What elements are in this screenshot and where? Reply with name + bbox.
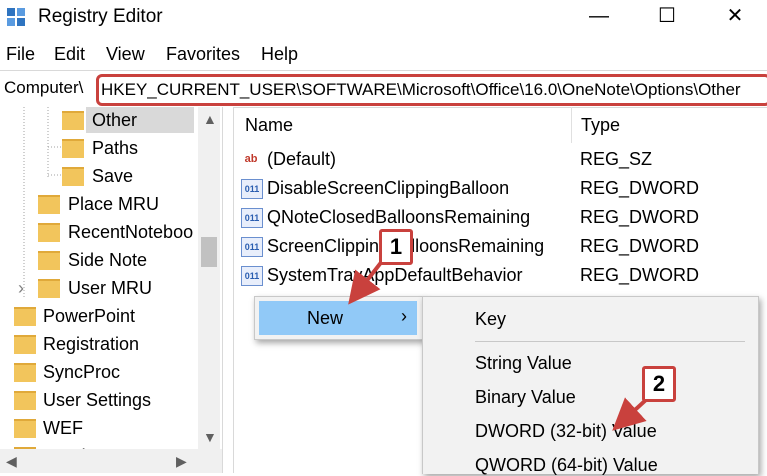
tree-item-recent-notebooks[interactable]: RecentNoteboo <box>68 219 193 245</box>
submenu-separator <box>475 341 745 342</box>
address-prefix: Computer\ <box>4 78 84 97</box>
tree-item-user-mru[interactable]: User MRU <box>68 275 152 301</box>
value-type: REG_DWORD <box>580 207 700 227</box>
folder-icon <box>62 139 84 158</box>
tree-vertical-scrollbar[interactable]: ▲ ▼ <box>198 107 220 449</box>
folder-icon <box>38 223 60 242</box>
folder-icon <box>62 111 84 130</box>
menu-edit[interactable]: Edit <box>54 44 85 65</box>
tree-item-registration[interactable]: Registration <box>43 331 139 357</box>
close-button[interactable]: ✕ <box>701 0 767 34</box>
column-header-name[interactable]: Name <box>245 115 293 136</box>
address-bar[interactable]: Computer\ HKEY_CURRENT_USER\SOFTWARE\Mic… <box>0 70 767 108</box>
value-type: REG_DWORD <box>580 178 700 198</box>
binary-value-icon: 011 <box>241 266 263 286</box>
context-menu-new-label: New <box>307 308 344 328</box>
tree-horizontal-scrollbar[interactable]: ◀ ▶ <box>0 449 222 473</box>
window-title: Registry Editor <box>38 6 163 27</box>
value-row[interactable]: 011 QNoteClosedBalloonsRemaining REG_DWO… <box>233 203 767 231</box>
tree-item-wef[interactable]: WEF <box>43 415 83 441</box>
menu-bar: File Edit View Favorites Help <box>0 40 767 68</box>
submenu-arrow-icon: › <box>401 306 407 326</box>
value-row[interactable]: 011 SystemTrayAppDefaultBehavior REG_DWO… <box>233 261 767 289</box>
submenu-string-value[interactable]: String Value <box>475 353 572 374</box>
address-path-highlighted[interactable]: HKEY_CURRENT_USER\SOFTWARE\Microsoft\Off… <box>96 74 767 106</box>
value-row[interactable]: ab (Default) REG_SZ <box>233 145 767 173</box>
title-bar: Registry Editor — ☐ ✕ <box>0 0 767 36</box>
folder-icon <box>14 335 36 354</box>
menu-view[interactable]: View <box>106 44 145 65</box>
registry-editor-icon <box>7 8 25 26</box>
folder-icon <box>14 391 36 410</box>
tree-item-place-mru[interactable]: Place MRU <box>68 191 159 217</box>
scroll-right-icon[interactable]: ▶ <box>176 453 187 470</box>
expand-chevron-icon[interactable]: › <box>18 275 24 301</box>
menu-help[interactable]: Help <box>261 44 298 65</box>
value-name: SystemTrayAppDefaultBehavior <box>267 265 523 285</box>
folder-icon <box>38 195 60 214</box>
submenu-key[interactable]: Key <box>475 309 506 330</box>
folder-icon <box>14 307 36 326</box>
key-tree-pane: Other Paths Save Place MRU RecentNoteboo… <box>0 107 222 473</box>
value-type: REG_SZ <box>580 149 653 169</box>
menu-file[interactable]: File <box>6 44 35 65</box>
tree-item-other[interactable]: Other <box>86 107 194 133</box>
new-submenu: Key String Value Binary Value DWORD (32-… <box>422 296 759 475</box>
value-type: REG_DWORD <box>580 265 700 285</box>
scroll-left-icon[interactable]: ◀ <box>6 453 17 470</box>
value-name: DisableScreenClippingBalloon <box>267 178 510 198</box>
scroll-up-icon[interactable]: ▲ <box>203 111 217 127</box>
value-type: REG_DWORD <box>580 236 700 256</box>
tree-item-paths[interactable]: Paths <box>92 135 138 161</box>
scroll-down-icon[interactable]: ▼ <box>203 429 217 445</box>
value-name: (Default) <box>267 149 337 169</box>
folder-icon <box>14 419 36 438</box>
binary-value-icon: 011 <box>241 208 263 228</box>
binary-value-icon: 011 <box>241 179 263 199</box>
maximize-button[interactable]: ☐ <box>633 0 701 34</box>
scroll-thumb[interactable] <box>201 237 217 267</box>
menu-favorites[interactable]: Favorites <box>166 44 240 65</box>
context-menu: New › <box>254 296 424 340</box>
step-badge-1: 1 <box>379 229 413 265</box>
folder-icon <box>14 363 36 382</box>
column-header-type[interactable]: Type <box>581 115 620 136</box>
submenu-dword-value[interactable]: DWORD (32-bit) Value <box>475 421 657 442</box>
tree-item-syncproc[interactable]: SyncProc <box>43 359 120 385</box>
value-name: QNoteClosedBalloonsRemaining <box>267 207 531 227</box>
tree-item-user-settings[interactable]: User Settings <box>43 387 151 413</box>
tree-item-label: Other <box>92 110 138 130</box>
step-badge-2: 2 <box>642 366 676 402</box>
value-row[interactable]: 011 DisableScreenClippingBalloon REG_DWO… <box>233 174 767 202</box>
value-row[interactable]: 011 ScreenClippingBalloonsRemaining REG_… <box>233 232 767 260</box>
submenu-binary-value[interactable]: Binary Value <box>475 387 576 408</box>
folder-icon <box>62 167 84 186</box>
folder-icon <box>38 251 60 270</box>
tree-item-powerpoint[interactable]: PowerPoint <box>43 303 135 329</box>
minimize-button[interactable]: — <box>565 0 633 34</box>
tree-item-save[interactable]: Save <box>92 163 133 189</box>
folder-icon <box>38 279 60 298</box>
string-value-icon: ab <box>244 153 258 165</box>
tree-item-side-note[interactable]: Side Note <box>68 247 147 273</box>
column-divider[interactable] <box>571 107 572 143</box>
binary-value-icon: 011 <box>241 237 263 257</box>
